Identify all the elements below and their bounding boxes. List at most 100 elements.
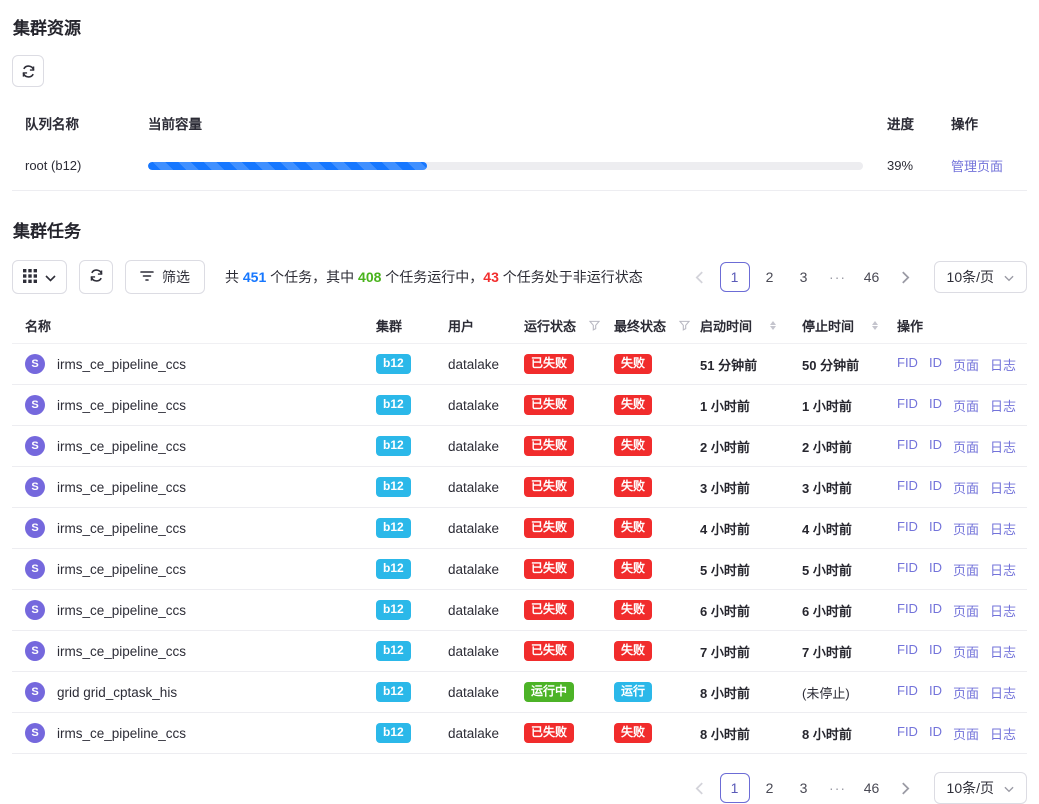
refresh-button[interactable] — [12, 55, 44, 87]
task-op-link[interactable]: 日志 — [990, 437, 1016, 456]
sort-icon[interactable] — [770, 321, 776, 330]
task-op-link[interactable]: FID — [897, 683, 918, 702]
table-row: S irms_ce_pipeline_ccs b12 datalake 已失败 … — [12, 631, 1027, 672]
page-46[interactable]: 46 — [858, 262, 886, 292]
task-op-link[interactable]: 页面 — [953, 519, 979, 538]
task-op-link[interactable]: 页面 — [953, 560, 979, 579]
task-op-link[interactable]: FID — [897, 519, 918, 538]
task-op-link[interactable]: ID — [929, 642, 942, 661]
tasks-refresh-button[interactable] — [79, 260, 113, 294]
filter-funnel-icon[interactable] — [589, 320, 600, 331]
task-op-link[interactable]: ID — [929, 478, 942, 497]
task-op-link[interactable]: FID — [897, 601, 918, 620]
task-op-link[interactable]: 日志 — [990, 724, 1016, 743]
stop-time: 3 小时前 — [802, 478, 852, 497]
task-op-link[interactable]: FID — [897, 478, 918, 497]
pagination-ellipsis[interactable]: ··· — [824, 262, 852, 292]
manage-page-link[interactable]: 管理页面 — [951, 159, 1003, 174]
task-op-link[interactable]: 页面 — [953, 724, 979, 743]
filter-lines-icon — [140, 269, 154, 285]
task-op-link[interactable]: 页面 — [953, 355, 979, 374]
filter-funnel-icon[interactable] — [679, 320, 690, 331]
prev-page-icon[interactable] — [686, 262, 714, 292]
task-op-link[interactable]: FID — [897, 437, 918, 456]
task-op-link[interactable]: 页面 — [953, 642, 979, 661]
next-page-icon[interactable] — [892, 773, 920, 803]
page-3[interactable]: 3 — [790, 773, 818, 803]
task-op-link[interactable]: ID — [929, 683, 942, 702]
col-progress: 进度 — [887, 113, 949, 133]
task-op-link[interactable]: FID — [897, 396, 918, 415]
cluster-badge: b12 — [376, 559, 411, 580]
start-time: 1 小时前 — [700, 396, 750, 415]
stop-time: 8 小时前 — [802, 724, 852, 743]
task-op-link[interactable]: FID — [897, 724, 918, 743]
pagination-ellipsis[interactable]: ··· — [824, 773, 852, 803]
task-op-link[interactable]: 日志 — [990, 519, 1016, 538]
page-size-select[interactable]: 10条/页 — [934, 772, 1027, 804]
task-op-link[interactable]: 页面 — [953, 601, 979, 620]
task-op-link[interactable]: 日志 — [990, 642, 1016, 661]
task-op-link[interactable]: FID — [897, 642, 918, 661]
stop-time: 50 分钟前 — [802, 355, 859, 374]
task-op-link[interactable]: 页面 — [953, 683, 979, 702]
page-1[interactable]: 1 — [720, 262, 750, 292]
col-action: 操作 — [949, 113, 1027, 133]
page-size-select[interactable]: 10条/页 — [934, 261, 1027, 293]
avatar: S — [25, 354, 45, 374]
task-op-link[interactable]: 日志 — [990, 478, 1016, 497]
layout-grid-button[interactable] — [12, 260, 67, 294]
task-op-link[interactable]: 页面 — [953, 396, 979, 415]
page-1[interactable]: 1 — [720, 773, 750, 803]
task-actions: FID ID 页面日志 — [897, 519, 1027, 538]
task-op-link[interactable]: ID — [929, 560, 942, 579]
refresh-icon — [89, 268, 104, 286]
page-2[interactable]: 2 — [756, 262, 784, 292]
page-46[interactable]: 46 — [858, 773, 886, 803]
task-op-link[interactable]: 页面 — [953, 437, 979, 456]
task-op-link[interactable]: 日志 — [990, 560, 1016, 579]
page-2[interactable]: 2 — [756, 773, 784, 803]
task-actions: FID ID 页面日志 — [897, 478, 1027, 497]
run-status-badge: 已失败 — [524, 600, 574, 621]
task-op-link[interactable]: ID — [929, 355, 942, 374]
final-status-badge: 失败 — [614, 600, 652, 621]
cluster-badge: b12 — [376, 477, 411, 498]
cluster-badge: b12 — [376, 600, 411, 621]
page-3[interactable]: 3 — [790, 262, 818, 292]
tasks-toolbar: 筛选 共 451 个任务，其中 408 个任务运行中，43 个任务处于非运行状态… — [12, 260, 1027, 294]
task-op-link[interactable]: ID — [929, 519, 942, 538]
task-name: irms_ce_pipeline_ccs — [57, 726, 186, 741]
task-op-link[interactable]: 页面 — [953, 478, 979, 497]
filter-button[interactable]: 筛选 — [125, 260, 205, 294]
task-op-link[interactable]: ID — [929, 396, 942, 415]
task-op-link[interactable]: 日志 — [990, 396, 1016, 415]
prev-page-icon[interactable] — [686, 773, 714, 803]
task-name: irms_ce_pipeline_ccs — [57, 357, 186, 372]
task-op-link[interactable]: FID — [897, 355, 918, 374]
task-op-link[interactable]: 日志 — [990, 683, 1016, 702]
task-name: irms_ce_pipeline_ccs — [57, 562, 186, 577]
task-op-link[interactable]: ID — [929, 724, 942, 743]
next-page-icon[interactable] — [892, 262, 920, 292]
task-actions: FID ID 页面日志 — [897, 683, 1027, 702]
summary-text: 个任务处于非运行状态 — [499, 269, 643, 285]
task-actions: FID ID 页面日志 — [897, 601, 1027, 620]
tasks-table: 名称 集群 用户 运行状态 最终状态 启动时间 停止时间 — [12, 308, 1027, 754]
task-op-link[interactable]: ID — [929, 437, 942, 456]
cluster-tasks-title: 集群任务 — [12, 217, 1027, 242]
task-name: irms_ce_pipeline_ccs — [57, 439, 186, 454]
task-op-link[interactable]: FID — [897, 560, 918, 579]
task-op-link[interactable]: 日志 — [990, 355, 1016, 374]
task-op-link[interactable]: 日志 — [990, 601, 1016, 620]
table-row: S irms_ce_pipeline_ccs b12 datalake 已失败 … — [12, 590, 1027, 631]
start-time: 7 小时前 — [700, 642, 750, 661]
table-row: S irms_ce_pipeline_ccs b12 datalake 已失败 … — [12, 713, 1027, 754]
task-op-link[interactable]: ID — [929, 601, 942, 620]
task-name: irms_ce_pipeline_ccs — [57, 480, 186, 495]
start-time: 51 分钟前 — [700, 355, 757, 374]
task-actions: FID ID 页面日志 — [897, 437, 1027, 456]
sort-icon[interactable] — [872, 321, 878, 330]
tasks-table-header: 名称 集群 用户 运行状态 最终状态 启动时间 停止时间 — [12, 308, 1027, 344]
table-row: S irms_ce_pipeline_ccs b12 datalake 已失败 … — [12, 385, 1027, 426]
